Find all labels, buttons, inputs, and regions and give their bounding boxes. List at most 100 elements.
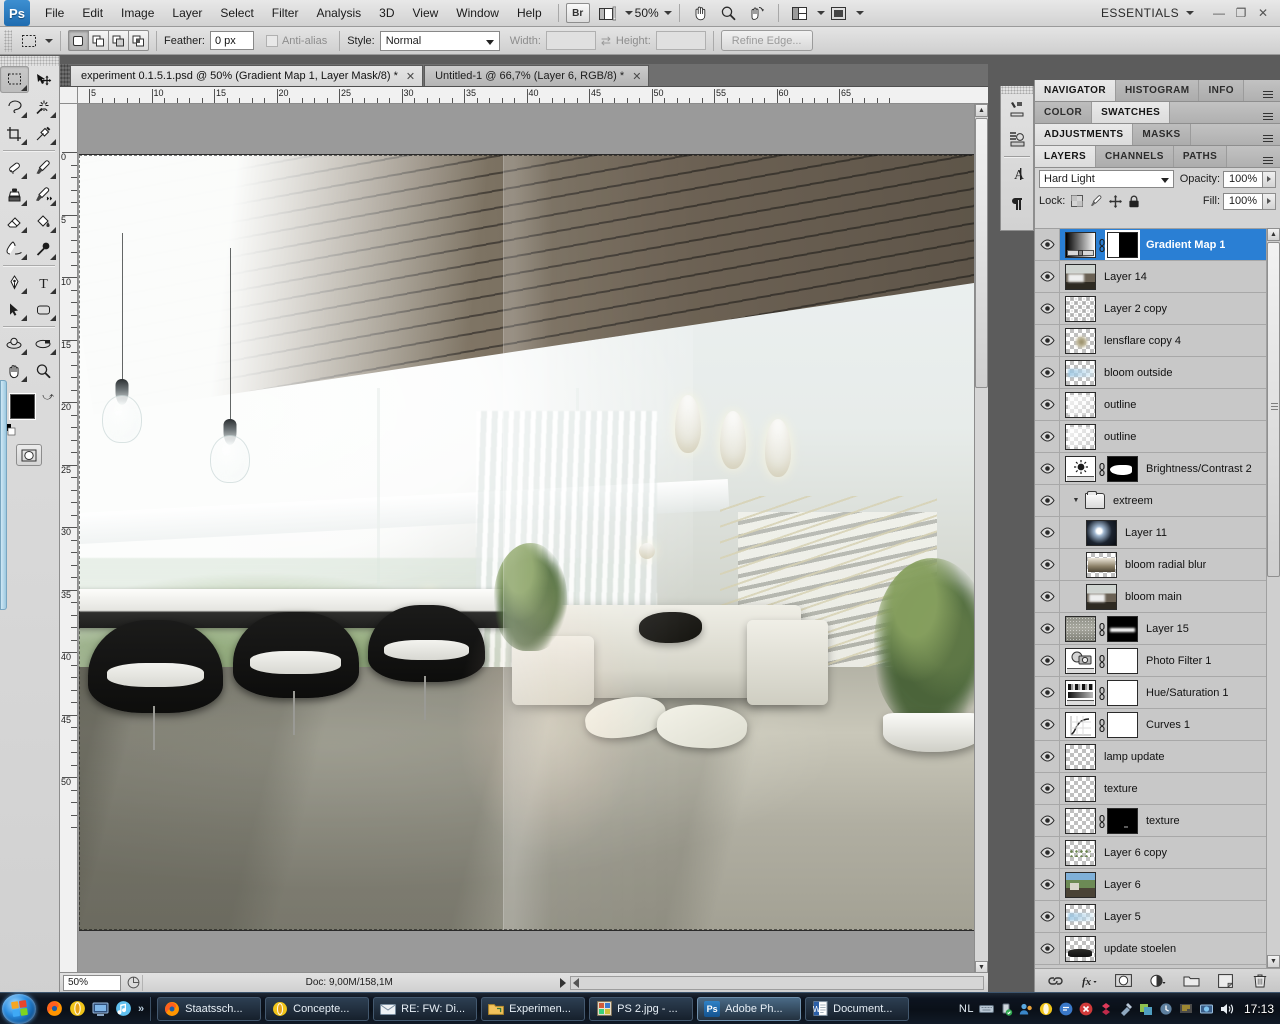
- layer-visibility-toggle-icon[interactable]: [1035, 805, 1060, 836]
- layer-mask-link-icon[interactable]: [1096, 238, 1107, 252]
- layer-row[interactable]: Layer 15: [1035, 613, 1280, 645]
- layer-visibility-toggle-icon[interactable]: [1035, 293, 1060, 324]
- taskbar-button-concepte[interactable]: Concepte...: [265, 996, 370, 1021]
- lock-image-pixels-icon[interactable]: [1087, 193, 1105, 209]
- status-zoom-input[interactable]: 50%: [63, 974, 121, 991]
- layer-thumbnail[interactable]: [1065, 775, 1096, 802]
- layer-mask-link-icon[interactable]: [1096, 622, 1107, 636]
- menu-image[interactable]: Image: [112, 3, 163, 23]
- layer-visibility-toggle-icon[interactable]: [1035, 933, 1060, 964]
- taskbar-button-experimen[interactable]: Experimen...: [481, 996, 586, 1021]
- tools-icon[interactable]: [1119, 1001, 1134, 1016]
- fill-slider-button[interactable]: [1263, 192, 1276, 210]
- new-selection-button[interactable]: [68, 30, 89, 51]
- height-input[interactable]: [655, 31, 706, 50]
- layer-thumbnail[interactable]: [1065, 455, 1096, 482]
- layer-row[interactable]: texture: [1035, 773, 1280, 805]
- opacity-slider-button[interactable]: [1263, 170, 1276, 188]
- workspace-chevron-icon[interactable]: [1186, 11, 1194, 15]
- tool-history-brush[interactable]: [29, 181, 58, 208]
- swap-colors-icon[interactable]: ⤻: [42, 391, 54, 404]
- delete-layer-icon[interactable]: [1251, 972, 1269, 990]
- brush-presets-icon[interactable]: [1001, 94, 1033, 124]
- opacity-input[interactable]: 100%: [1223, 170, 1264, 188]
- document-tab-untitled[interactable]: Untitled-1 @ 66,7% (Layer 6, RGB/8) * ✕: [424, 65, 650, 86]
- layer-visibility-toggle-icon[interactable]: [1035, 261, 1060, 292]
- layers-list[interactable]: Gradient Map 1 Layer 14 Layer 2 copy len…: [1035, 228, 1280, 968]
- menu-layer[interactable]: Layer: [163, 3, 211, 23]
- lock-transparent-pixels-icon[interactable]: [1068, 193, 1086, 209]
- options-bar-grip[interactable]: [4, 29, 12, 52]
- view-extras-icon[interactable]: [596, 2, 620, 24]
- layer-visibility-toggle-icon[interactable]: [1035, 357, 1060, 388]
- tab-masks[interactable]: MASKS: [1133, 124, 1191, 145]
- panel-menu-icon[interactable]: [1260, 128, 1276, 142]
- layer-thumbnail[interactable]: [1065, 647, 1096, 674]
- layer-mask-link-icon[interactable]: [1096, 462, 1107, 476]
- start-button[interactable]: [2, 993, 36, 1024]
- foreground-color-swatch[interactable]: [10, 394, 35, 419]
- add-layer-style-icon[interactable]: fx: [1081, 972, 1099, 990]
- paragraph-icon[interactable]: [1001, 189, 1033, 219]
- layers-scroll-down-icon[interactable]: ▼: [1267, 955, 1280, 968]
- zoom-chevron-icon[interactable]: [663, 11, 672, 15]
- firefox-icon[interactable]: [44, 999, 64, 1019]
- tool-paint-bucket[interactable]: [29, 208, 58, 235]
- layer-row[interactable]: lamp update: [1035, 741, 1280, 773]
- tab-color[interactable]: COLOR: [1035, 102, 1093, 123]
- layer-row[interactable]: update stoelen: [1035, 933, 1280, 965]
- lock-position-icon[interactable]: [1106, 193, 1124, 209]
- layer-mask-thumbnail[interactable]: [1107, 615, 1138, 642]
- tab-swatches[interactable]: SWATCHES: [1092, 102, 1171, 123]
- close-tab-icon[interactable]: ✕: [406, 70, 415, 83]
- tool-move[interactable]: [29, 66, 58, 93]
- panel-menu-icon[interactable]: [1260, 84, 1276, 98]
- canvas-viewport[interactable]: [79, 105, 974, 974]
- layer-thumbnail[interactable]: [1065, 839, 1096, 866]
- layer-mask-thumbnail[interactable]: [1107, 711, 1138, 738]
- link-layers-icon[interactable]: [1047, 972, 1065, 990]
- rotate-view-tool-icon[interactable]: [745, 2, 769, 24]
- layer-row[interactable]: Layer 6: [1035, 869, 1280, 901]
- layer-row[interactable]: Brightness/Contrast 2: [1035, 453, 1280, 485]
- tab-layers[interactable]: LAYERS: [1035, 146, 1097, 167]
- toolbox-grip[interactable]: [0, 56, 59, 66]
- tab-bar-grip[interactable]: [60, 64, 70, 86]
- view-extras-chevron-icon[interactable]: [624, 11, 633, 15]
- tool-type[interactable]: T: [29, 269, 58, 296]
- horizontal-ruler[interactable]: 5 10 15 20 25 30 35 40 45 50 55 60 65: [78, 87, 988, 104]
- intersect-selection-button[interactable]: [128, 30, 149, 51]
- blend-mode-select[interactable]: Hard Light: [1039, 170, 1174, 188]
- layer-row[interactable]: bloom main: [1035, 581, 1280, 613]
- image-canvas[interactable]: [79, 155, 974, 930]
- layers-scroll-thumb[interactable]: [1267, 242, 1280, 577]
- tab-adjustments[interactable]: ADJUSTMENTS: [1035, 124, 1134, 145]
- add-layer-mask-icon[interactable]: [1115, 972, 1133, 990]
- refine-edge-button[interactable]: Refine Edge...: [720, 30, 813, 51]
- tab-paths[interactable]: PATHS: [1173, 146, 1228, 167]
- layer-visibility-toggle-icon[interactable]: [1035, 421, 1060, 452]
- arrange-chevron-icon[interactable]: [816, 11, 825, 15]
- layer-thumbnail[interactable]: [1065, 711, 1096, 738]
- menu-3d[interactable]: 3D: [370, 3, 403, 23]
- layer-thumbnail[interactable]: [1065, 327, 1096, 354]
- layer-thumbnail[interactable]: [1065, 231, 1096, 258]
- tool-spot-healing-brush[interactable]: [0, 154, 29, 181]
- dropbox-icon[interactable]: [1099, 1001, 1114, 1016]
- layer-mask-link-icon[interactable]: [1096, 814, 1107, 828]
- dock-strip-grip[interactable]: [1001, 86, 1033, 94]
- menu-filter[interactable]: Filter: [263, 3, 308, 23]
- layer-mask-link-icon[interactable]: [1096, 686, 1107, 700]
- new-group-icon[interactable]: [1183, 972, 1201, 990]
- layer-visibility-toggle-icon[interactable]: [1035, 453, 1060, 484]
- menu-select[interactable]: Select: [211, 3, 262, 23]
- messenger-icon[interactable]: [1059, 1001, 1074, 1016]
- tool-rotate-3d-object[interactable]: [0, 330, 29, 357]
- network-people-icon[interactable]: [1019, 1001, 1034, 1016]
- layer-visibility-toggle-icon[interactable]: [1035, 517, 1060, 548]
- layer-mask-thumbnail[interactable]: [1107, 807, 1138, 834]
- tool-crop[interactable]: [0, 120, 29, 147]
- quick-launch-overflow-icon[interactable]: »: [138, 1003, 144, 1015]
- layer-mask-link-icon[interactable]: [1096, 718, 1107, 732]
- layers-scrollbar[interactable]: ▲ ▼: [1266, 228, 1280, 968]
